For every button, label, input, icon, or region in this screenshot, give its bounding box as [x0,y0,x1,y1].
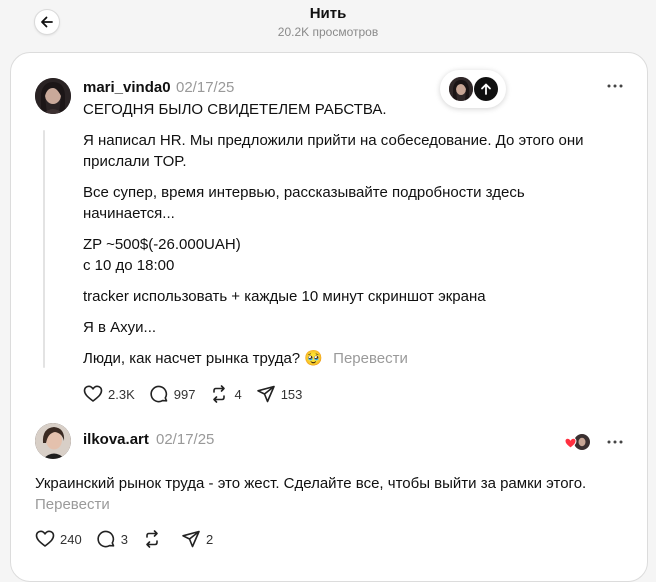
comment-icon [150,385,168,403]
reply-more-button[interactable] [603,432,627,452]
translate-link[interactable]: Перевести [333,350,408,367]
repost-count: 4 [234,386,242,402]
thread-header: Нить 20.2K просмотров [0,0,656,52]
post-more-button[interactable] [603,76,627,96]
post-paragraph: СЕГОДНЯ БЫЛО СВИДЕТЕЛЕМ РАБСТВА. [83,101,387,118]
reply-actions: 240 3 2 [35,527,227,551]
reply-translate-link[interactable]: Перевести [35,494,110,515]
post-paragraph-last: Люди, как насчет рынка труда? 🥹 Перевест… [83,348,613,369]
comment-button[interactable]: 997 [149,384,196,404]
avatar-photo [35,78,71,114]
reply-text: Украинский рынок труда - это жест. Сдела… [35,475,587,492]
pill-avatar [449,77,473,101]
reply-avatar[interactable] [35,423,71,459]
post-paragraph: Все супер, время интервью, рассказывайте… [83,184,525,222]
reply-share-count: 2 [205,531,214,547]
send-icon [256,385,275,403]
reply-like-button[interactable]: 240 [35,529,82,549]
reply-like-count: 240 [60,531,82,547]
more-icon [607,84,623,88]
author-heart-avatar-icon [564,434,590,450]
reply-author-username[interactable]: ilkova.art [83,431,149,448]
heart-icon [35,530,55,547]
like-count: 2.3K [108,386,135,402]
reply-repost-button[interactable] [142,529,167,549]
comment-icon [97,530,115,548]
avatar[interactable] [35,78,71,114]
reply-comment-button[interactable]: 3 [96,529,128,549]
heart-icon [83,385,103,402]
send-icon [182,530,200,548]
reply-date[interactable]: 02/17/25 [156,431,214,448]
post-paragraph: tracker использовать + каждые 10 минут с… [83,288,486,305]
thread-line [43,130,45,368]
share-count: 153 [280,386,303,402]
post-paragraph: с 10 до 18:00 [83,257,175,274]
post-actions: 2.3K 997 4 153 [83,382,316,406]
post-last-line: Люди, как насчет рынка труда? 🥹 [83,350,323,367]
more-icon [607,440,623,444]
page-title: Нить [309,5,347,22]
comment-count: 997 [173,386,196,402]
view-count: 20.2K просмотров [277,25,379,39]
post-date[interactable]: 02/17/25 [176,79,234,96]
repost-icon [213,385,226,403]
like-button[interactable]: 2.3K [83,384,135,404]
post-author-username[interactable]: mari_vinda0 [83,79,171,96]
reply-comment-count: 3 [120,531,128,547]
reply-avatar-photo [35,423,71,459]
scroll-up-button[interactable] [474,77,498,101]
arrow-up-icon [481,83,491,95]
post-paragraph: Я написал HR. Мы предложили прийти на со… [83,132,584,170]
post-paragraph: Я в Ахуи... [83,319,157,336]
reply-share-button[interactable]: 2 [181,529,213,549]
post-paragraph: ZP ~500$(-26.000UAH) [83,236,241,253]
share-button[interactable]: 153 [256,384,303,404]
repost-button[interactable]: 4 [209,384,242,404]
author-liked-indicator [564,433,592,451]
repost-icon [146,530,158,548]
